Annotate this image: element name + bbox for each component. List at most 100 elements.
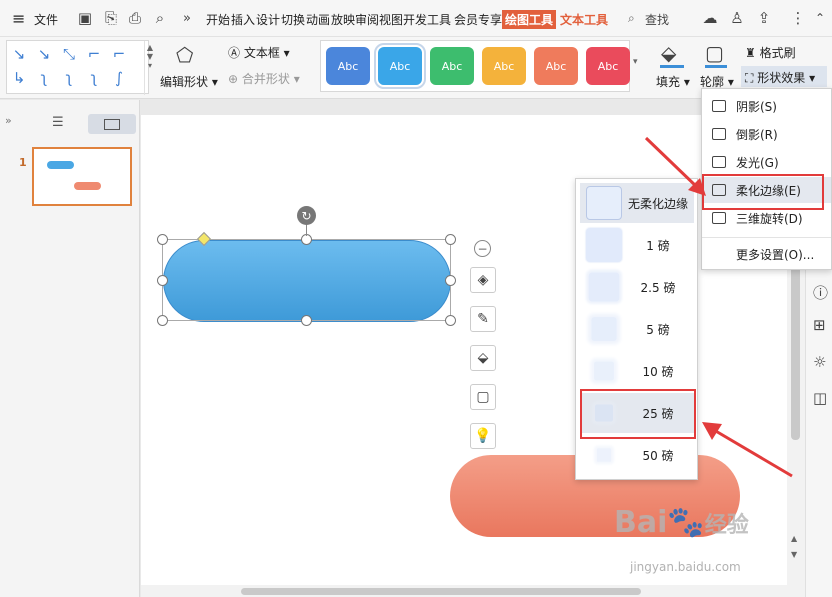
elbow-connector-icon[interactable]: ⌐ bbox=[84, 44, 104, 64]
soft-edge-preview bbox=[596, 448, 612, 462]
soft-edge-5pt[interactable]: 5 磅 bbox=[580, 309, 694, 349]
soft-edge-50pt[interactable]: 50 磅 bbox=[580, 435, 694, 475]
image-icon[interactable]: ⊞ bbox=[813, 316, 826, 334]
resize-handle-bl[interactable] bbox=[157, 315, 168, 326]
line-arrow-icon[interactable]: ↘ bbox=[34, 44, 54, 64]
curve-connector-icon[interactable]: ʅ bbox=[34, 68, 54, 88]
idea-icon[interactable]: ☼ bbox=[813, 353, 826, 371]
search-label[interactable]: 查找 bbox=[645, 11, 669, 28]
tab-review[interactable]: 审阅 bbox=[355, 11, 379, 28]
curve-arrow-icon[interactable]: ʅ bbox=[59, 68, 79, 88]
outline-label: 轮廓 bbox=[700, 75, 725, 89]
share-icon[interactable]: ⇪ bbox=[754, 8, 774, 28]
menu-item-more-settings[interactable]: 更多设置(O)... bbox=[702, 241, 831, 267]
soft-edge-10pt[interactable]: 10 磅 bbox=[580, 351, 694, 391]
format-painter-button[interactable]: ♜ 格式刷 bbox=[745, 44, 796, 61]
text-box-icon: Ⓐ bbox=[228, 46, 241, 60]
tab-slideshow[interactable]: 放映 bbox=[331, 11, 355, 28]
resize-handle-l[interactable] bbox=[157, 275, 168, 286]
search-icon[interactable]: ⌕ bbox=[628, 11, 635, 26]
fill-icon[interactable]: ⬙ bbox=[661, 41, 676, 65]
outline-view-icon[interactable]: ☰ bbox=[52, 115, 64, 130]
rotate-handle-icon[interactable]: ↻ bbox=[297, 206, 316, 225]
style-swatch-red[interactable]: Abc bbox=[586, 47, 630, 85]
menu-item-glow[interactable]: 发光(G) bbox=[702, 149, 831, 175]
tab-insert[interactable]: 插入 bbox=[231, 11, 255, 28]
fill-bucket-icon[interactable]: ⬙ bbox=[470, 345, 496, 371]
s-curve-icon[interactable]: ∫ bbox=[109, 68, 129, 88]
format-painter-label: 格式刷 bbox=[759, 46, 796, 60]
resize-handle-br[interactable] bbox=[445, 315, 456, 326]
style-swatch-orange[interactable]: Abc bbox=[482, 47, 526, 85]
shape-effects-icon: ⛶ bbox=[745, 71, 754, 85]
scroll-down-icon[interactable]: ▼ bbox=[791, 550, 797, 559]
tab-developer[interactable]: 开发工具 bbox=[403, 11, 451, 28]
soft-edge-label: 50 磅 bbox=[642, 448, 674, 463]
tab-member[interactable]: 会员专享 bbox=[454, 11, 502, 28]
resize-handle-r[interactable] bbox=[445, 275, 456, 286]
outline-icon[interactable]: ▢ bbox=[705, 41, 724, 65]
fill-button[interactable]: 填充 ▾ bbox=[656, 73, 690, 90]
resize-handle-tl[interactable] bbox=[157, 234, 168, 245]
shape-effects-button[interactable]: ⛶ 形状效果 ▾ bbox=[745, 69, 815, 86]
edit-shape-button[interactable]: 编辑形状 ▾ bbox=[160, 73, 218, 90]
curve-double-icon[interactable]: ʅ bbox=[84, 68, 104, 88]
tab-transition[interactable]: 切换 bbox=[281, 11, 305, 28]
style-swatch-green[interactable]: Abc bbox=[430, 47, 474, 85]
style-swatch-lightblue[interactable]: Abc bbox=[374, 43, 426, 89]
style-gallery-expand-icon[interactable]: ▾ bbox=[633, 57, 638, 67]
preview-icon[interactable]: ⌕ bbox=[150, 8, 170, 28]
annotation-arrow-bottom bbox=[702, 422, 793, 478]
soft-edge-preview bbox=[586, 228, 622, 262]
export-icon[interactable]: ⎘ bbox=[101, 8, 121, 28]
menu-item-reflection[interactable]: 倒影(R) bbox=[702, 121, 831, 147]
style-swatch-coral[interactable]: Abc bbox=[534, 47, 578, 85]
collapse-ribbon-icon[interactable]: ⌃ bbox=[810, 8, 830, 28]
style-swatch-blue[interactable]: Abc bbox=[326, 47, 370, 85]
lightbulb-icon[interactable]: 💡 bbox=[470, 423, 496, 449]
save-icon[interactable]: ▣ bbox=[75, 8, 95, 28]
properties-icon[interactable]: ◫ bbox=[813, 389, 827, 407]
tab-drawing-tools[interactable]: 绘图工具 bbox=[502, 10, 557, 29]
resize-handle-b[interactable] bbox=[301, 315, 312, 326]
tab-start[interactable]: 开始 bbox=[206, 11, 230, 28]
menu-item-shadow[interactable]: 阴影(S) bbox=[702, 93, 831, 119]
slide-thumbnail[interactable] bbox=[32, 147, 132, 206]
line-shape-gallery: ↘ ↘ ⤡ ⌐ ⌐ ↳ ʅ ʅ ʅ ∫ ▲ ▼ ▾ bbox=[6, 40, 153, 95]
more-chevron-icon[interactable]: » bbox=[177, 8, 197, 28]
double-arrow-icon[interactable]: ⤡ bbox=[59, 44, 79, 64]
soft-edge-2-5pt[interactable]: 2.5 磅 bbox=[580, 267, 694, 307]
merge-shape-button[interactable]: ⊕ 合并形状 ▾ bbox=[228, 70, 300, 87]
collapse-toolbar-icon[interactable]: − bbox=[474, 240, 491, 257]
cloud-icon[interactable]: ☁ bbox=[700, 8, 720, 28]
line-arrow-icon[interactable]: ↘ bbox=[9, 44, 29, 64]
hamburger-icon[interactable]: ≡ bbox=[12, 9, 25, 28]
text-box-button[interactable]: Ⓐ 文本框 ▾ bbox=[228, 44, 290, 61]
tab-design[interactable]: 设计 bbox=[256, 11, 280, 28]
user-icon[interactable]: ♙ bbox=[727, 8, 747, 28]
tab-view[interactable]: 视图 bbox=[379, 11, 403, 28]
brush-icon[interactable]: ✎ bbox=[470, 306, 496, 332]
elbow-double-icon[interactable]: ↳ bbox=[9, 68, 29, 88]
expand-panel-icon[interactable]: » bbox=[5, 114, 12, 127]
soft-edge-1pt[interactable]: 1 磅 bbox=[580, 225, 694, 265]
soft-edge-label: 1 磅 bbox=[646, 238, 670, 253]
tab-text-tools[interactable]: 文本工具 bbox=[560, 11, 608, 28]
print-icon[interactable]: ⎙ bbox=[125, 8, 145, 28]
tab-animation[interactable]: 动画 bbox=[306, 11, 330, 28]
gallery-scroll[interactable]: ▲ ▼ ▾ bbox=[144, 41, 155, 95]
more-menu-icon[interactable]: ⋮ bbox=[788, 8, 808, 28]
scroll-up-icon[interactable]: ▲ bbox=[791, 534, 797, 543]
resize-handle-tr[interactable] bbox=[445, 234, 456, 245]
help-icon[interactable]: ⓘ bbox=[813, 282, 828, 303]
horizontal-scrollbar[interactable] bbox=[141, 585, 806, 597]
horizontal-scroll-thumb[interactable] bbox=[241, 588, 641, 595]
frame-outline-icon[interactable]: ▢ bbox=[470, 384, 496, 410]
menu-divider bbox=[702, 237, 831, 238]
slide-view-tab[interactable] bbox=[88, 114, 136, 134]
edit-shape-icon[interactable]: ⬠ bbox=[176, 43, 193, 67]
layers-icon[interactable]: ◈ bbox=[470, 267, 496, 293]
menu-file[interactable]: 文件 bbox=[34, 11, 58, 28]
elbow-arrow-icon[interactable]: ⌐ bbox=[109, 44, 129, 64]
slide-panel: » ☰ 1 bbox=[0, 100, 140, 597]
